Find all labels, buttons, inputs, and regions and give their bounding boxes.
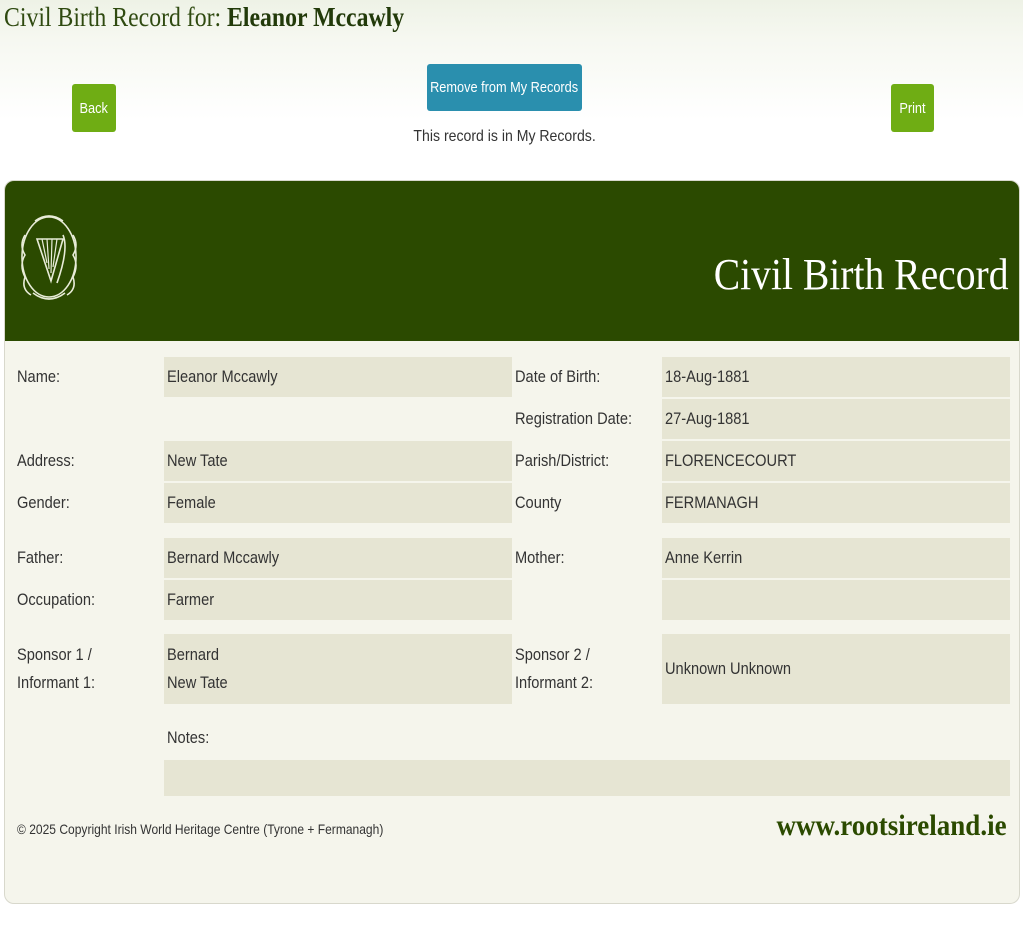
county-label: County	[515, 493, 562, 512]
registration-date-value: 27-Aug-1881	[662, 399, 1010, 439]
record-card: Civil Birth Record Name: Eleanor Mccawly…	[4, 180, 1020, 904]
address-label: Address:	[17, 451, 75, 470]
remove-button-label: Remove from My Records	[430, 79, 579, 96]
registration-date-label: Registration Date:	[515, 409, 633, 428]
record-card-header: Civil Birth Record	[5, 181, 1019, 341]
occupation-value: Farmer	[164, 580, 512, 620]
sponsor1-label: Sponsor 1 /Informant 1:	[17, 645, 96, 692]
sponsor1-value: Bernard New Tate	[164, 634, 512, 704]
dob-label: Date of Birth:	[515, 367, 601, 386]
mother-label: Mother:	[515, 548, 565, 567]
print-button-label: Print	[899, 99, 926, 117]
county-value: FERMANAGH	[662, 483, 1010, 523]
gender-label: Gender:	[17, 493, 70, 512]
parish-value: FLORENCECOURT	[662, 441, 1010, 481]
sponsor2-label: Sponsor 2 /Informant 2:	[515, 645, 594, 692]
page-title: Civil Birth Record for: Eleanor Mccawly	[4, 2, 404, 33]
back-button[interactable]: Back	[72, 84, 116, 132]
harp-emblem-icon	[21, 215, 77, 300]
address-value: New Tate	[164, 441, 512, 481]
notes-value	[164, 760, 1010, 796]
dob-value: 18-Aug-1881	[662, 357, 1010, 397]
page-title-prefix: Civil Birth Record for:	[4, 2, 228, 32]
notes-label: Notes:	[167, 728, 210, 747]
gender-value: Female	[164, 483, 512, 523]
page-title-name: Eleanor Mccawly	[227, 2, 405, 32]
remove-from-my-records-button[interactable]: Remove from My Records	[427, 64, 582, 111]
parish-label: Parish/District:	[515, 451, 610, 470]
sponsor2-value: Unknown Unknown	[662, 634, 1010, 704]
father-value: Bernard Mccawly	[164, 538, 512, 578]
name-label: Name:	[17, 367, 61, 386]
occupation-label: Occupation:	[17, 590, 96, 609]
mother-occupation-value	[662, 580, 1010, 620]
back-button-label: Back	[79, 99, 109, 117]
record-card-title: Civil Birth Record	[714, 250, 1009, 299]
father-label: Father:	[17, 548, 64, 567]
copyright-text: © 2025 Copyright Irish World Heritage Ce…	[17, 821, 384, 837]
name-value: Eleanor Mccawly	[164, 357, 512, 397]
website-link[interactable]: www.rootsireland.ie	[751, 809, 1007, 843]
print-button[interactable]: Print	[891, 84, 934, 132]
mother-value: Anne Kerrin	[662, 538, 1010, 578]
record-status-text: This record is in My Records.	[413, 128, 597, 145]
